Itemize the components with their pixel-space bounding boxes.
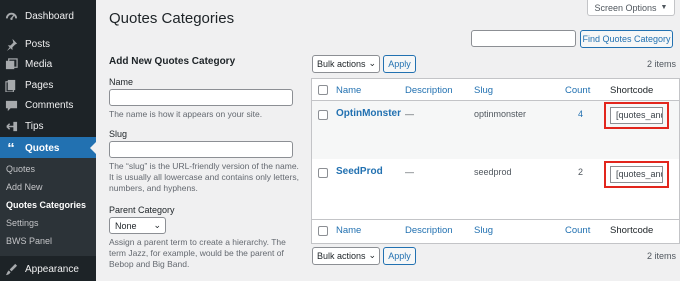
column-header-description[interactable]: Description — [405, 85, 453, 96]
column-footer-slug[interactable]: Slug — [474, 225, 493, 236]
page-title: Quotes Categories — [109, 10, 235, 27]
find-category-label: Find Quotes Category — [582, 34, 671, 44]
current-menu-arrow — [90, 142, 96, 154]
slug-field[interactable] — [109, 141, 293, 158]
sidebar-item-label: Pages — [25, 79, 54, 91]
sidebar-item-label: Posts — [25, 38, 51, 50]
quotes-submenu: Quotes Add New Quotes Categories Setting… — [0, 158, 96, 256]
sidebar-item-appearance[interactable]: Appearance — [0, 258, 96, 280]
apply-label: Apply — [388, 251, 411, 261]
items-count-top: 2 items — [647, 59, 677, 69]
apply-button-top[interactable]: Apply — [383, 55, 416, 73]
slug-description: The “slug” is the URL-friendly version o… — [109, 161, 299, 193]
pages-icon — [4, 78, 18, 92]
submenu-item-quotes-categories[interactable]: Quotes Categories — [6, 200, 86, 210]
category-name-link[interactable]: OptinMonster — [336, 108, 401, 119]
sidebar-item-dashboard[interactable]: Dashboard — [0, 5, 96, 27]
parent-category-description: Assign a parent term to create a hierarc… — [109, 237, 286, 269]
quote-icon: “ — [7, 139, 15, 157]
category-description: — — [405, 167, 414, 177]
category-name-link[interactable]: SeedProd — [336, 166, 383, 177]
column-footer-count[interactable]: Count — [565, 225, 590, 236]
shortcode-field[interactable]: [quotes_and_tips id=1] — [610, 107, 663, 124]
chevron-down-icon: ⌄ — [368, 250, 376, 260]
name-field[interactable] — [109, 89, 293, 106]
admin-sidebar: Dashboard Posts Media Pages Comments Tip… — [0, 0, 96, 281]
find-category-button[interactable]: Find Quotes Category — [580, 30, 673, 48]
column-header-shortcode: Shortcode — [610, 85, 654, 96]
pin-icon — [4, 37, 18, 51]
footer-divider — [312, 219, 679, 220]
column-footer-description[interactable]: Description — [405, 225, 453, 236]
submenu-item-quotes[interactable]: Quotes — [6, 164, 35, 174]
sidebar-item-media[interactable]: Media — [0, 53, 96, 75]
bulk-actions-label: Bulk actions — [317, 251, 366, 261]
name-description: The name is how it appears on your site. — [109, 109, 263, 119]
column-footer-name[interactable]: Name — [336, 225, 361, 236]
sidebar-item-label: Dashboard — [25, 10, 74, 22]
table-row: SeedProd — seedprod 2 [quotes_and_tips i… — [312, 159, 679, 219]
column-footer-shortcode: Shortcode — [610, 225, 654, 236]
select-all-checkbox-footer[interactable] — [318, 226, 328, 236]
slug-label: Slug — [109, 129, 128, 139]
bulk-actions-label: Bulk actions — [317, 59, 366, 69]
category-description: — — [405, 109, 414, 119]
bulk-actions-select-bottom[interactable]: Bulk actions ⌄ — [312, 247, 380, 265]
sidebar-item-label: Appearance — [25, 263, 79, 275]
column-header-name[interactable]: Name — [336, 85, 361, 96]
sidebar-item-label: Quotes — [25, 142, 60, 154]
parent-category-value: None — [115, 220, 137, 231]
category-count-link[interactable]: 4 — [578, 109, 583, 119]
parent-category-label: Parent Category — [109, 205, 175, 215]
category-slug: seedprod — [474, 167, 512, 177]
sidebar-item-tips[interactable]: Tips — [0, 115, 96, 137]
bulk-actions-select-top[interactable]: Bulk actions ⌄ — [312, 55, 380, 73]
appearance-icon — [4, 262, 18, 276]
screen-options-button[interactable]: Screen Options ▼ — [587, 0, 675, 16]
column-header-slug[interactable]: Slug — [474, 85, 493, 96]
shortcode-field[interactable]: [quotes_and_tips id=2] — [610, 166, 663, 183]
category-count-link[interactable]: 2 — [578, 167, 583, 177]
sidebar-item-posts[interactable]: Posts — [0, 33, 96, 55]
sidebar-item-label: Comments — [25, 99, 74, 111]
items-count-bottom: 2 items — [647, 251, 677, 261]
sidebar-item-pages[interactable]: Pages — [0, 74, 96, 96]
chevron-down-icon: ⌄ — [153, 220, 161, 230]
category-slug: optinmonster — [474, 109, 527, 119]
sidebar-item-comments[interactable]: Comments — [0, 94, 96, 116]
categories-table: Name Description Slug Count Shortcode Op… — [311, 78, 680, 244]
sidebar-item-quotes[interactable]: “ Quotes — [0, 137, 96, 159]
table-row: OptinMonster — optinmonster 4 [quotes_an… — [312, 101, 679, 159]
column-header-count[interactable]: Count — [565, 85, 590, 96]
row-checkbox[interactable] — [318, 110, 328, 120]
form-heading: Add New Quotes Category — [109, 56, 236, 67]
submenu-item-bws-panel[interactable]: BWS Panel — [6, 236, 52, 246]
tips-icon — [4, 119, 18, 133]
name-label: Name — [109, 77, 134, 87]
dashboard-icon — [4, 9, 18, 23]
parent-category-select[interactable]: None ⌄ — [109, 217, 166, 234]
comments-icon — [4, 98, 18, 112]
screen-options-label: Screen Options — [594, 2, 657, 13]
submenu-item-add-new[interactable]: Add New — [6, 182, 43, 192]
search-input[interactable] — [471, 30, 576, 47]
submenu-item-settings[interactable]: Settings — [6, 218, 39, 228]
chevron-down-icon: ⌄ — [368, 58, 376, 68]
media-icon — [4, 57, 18, 71]
select-all-checkbox[interactable] — [318, 85, 328, 95]
sidebar-item-label: Tips — [25, 120, 44, 132]
apply-button-bottom[interactable]: Apply — [383, 247, 416, 265]
row-checkbox[interactable] — [318, 168, 328, 178]
apply-label: Apply — [388, 59, 411, 69]
caret-down-icon: ▼ — [660, 4, 668, 11]
sidebar-item-label: Media — [25, 58, 53, 70]
